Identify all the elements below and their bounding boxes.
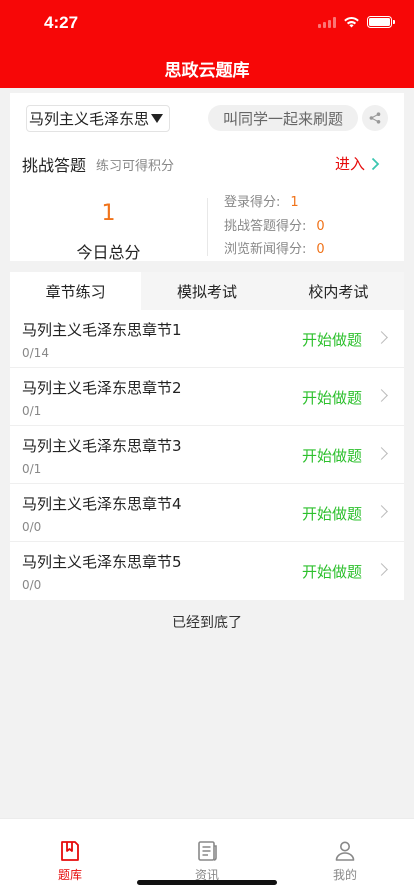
status-time: 4:27	[44, 13, 79, 32]
today-total-score: 1 今日总分	[10, 201, 207, 262]
list-item[interactable]: 马列主义毛泽东思章节4 0/0 开始做题	[10, 484, 404, 542]
score-item-value: 1	[290, 195, 299, 210]
list-item[interactable]: 马列主义毛泽东思章节5 0/0 开始做题	[10, 542, 404, 600]
practice-tabs: 章节练习 模拟考试 校内考试	[10, 272, 404, 310]
chapter-progress: 0/1	[22, 462, 42, 476]
challenge-enter-link[interactable]: 进入	[335, 153, 380, 174]
status-bar: 4:27	[0, 0, 414, 44]
score-item-label: 浏览新闻得分:	[224, 242, 307, 257]
tabbar-item-question-bank[interactable]: 题库	[30, 839, 110, 883]
chapter-progress: 0/14	[22, 346, 49, 360]
start-practice-button[interactable]: 开始做题	[302, 387, 362, 408]
share-icon	[369, 112, 381, 124]
tabbar-item-profile[interactable]: 我的	[305, 839, 385, 883]
share-button[interactable]	[362, 105, 388, 131]
challenge-row: 挑战答题 练习可得积分 进入	[22, 153, 392, 175]
today-total-label: 今日总分	[76, 243, 141, 262]
start-practice-button[interactable]: 开始做题	[302, 561, 362, 582]
score-item-news: 浏览新闻得分: 0	[224, 241, 325, 265]
app-header: 4:27 思政云题库	[0, 0, 414, 88]
score-item-label: 挑战答题得分:	[224, 218, 307, 234]
battery-icon	[367, 16, 395, 28]
score-item-login: 登录得分: 1	[224, 194, 325, 218]
chapter-name: 马列主义毛泽东思章节2	[22, 379, 182, 397]
invite-classmates-button[interactable]: 叫同学一起来刷题	[208, 105, 358, 131]
chapter-progress: 0/0	[22, 578, 42, 592]
chevron-right-icon	[375, 505, 388, 518]
score-item-label: 登录得分:	[224, 195, 281, 210]
subject-dropdown-value: 马列主义毛泽东思	[29, 110, 150, 128]
chapter-name: 马列主义毛泽东思章节3	[22, 437, 182, 455]
status-icons	[318, 16, 395, 28]
tabbar-label: 题库	[57, 868, 82, 882]
chevron-right-icon	[371, 157, 380, 170]
start-practice-button[interactable]: 开始做题	[302, 503, 362, 524]
summary-card: 马列主义毛泽东思 叫同学一起来刷题 挑战答题 练习可得积分 进入 1 今日总分 …	[10, 93, 404, 262]
chapter-progress: 0/0	[22, 520, 42, 534]
score-breakdown: 登录得分: 1 挑战答题得分: 0 浏览新闻得分: 0	[224, 194, 325, 265]
tab-chapter-practice[interactable]: 章节练习	[10, 272, 142, 310]
start-practice-button[interactable]: 开始做题	[302, 445, 362, 466]
tab-school-exam[interactable]: 校内考试	[273, 272, 404, 310]
challenge-subtitle: 练习可得积分	[96, 158, 175, 174]
chevron-right-icon	[375, 331, 388, 344]
tabbar-item-news[interactable]: 资讯	[167, 839, 247, 883]
chapter-name: 马列主义毛泽东思章节1	[22, 321, 182, 339]
chevron-right-icon	[375, 563, 388, 576]
chevron-right-icon	[375, 389, 388, 402]
list-item[interactable]: 马列主义毛泽东思章节2 0/1 开始做题	[10, 368, 404, 426]
tab-mock-exam[interactable]: 模拟考试	[141, 272, 272, 310]
tabbar-label: 我的	[332, 868, 357, 882]
chapter-name: 马列主义毛泽东思章节4	[22, 495, 182, 513]
home-indicator	[137, 880, 277, 885]
challenge-title: 挑战答题	[22, 156, 87, 175]
user-icon	[335, 841, 355, 861]
list-item[interactable]: 马列主义毛泽东思章节3 0/1 开始做题	[10, 426, 404, 484]
chapter-progress: 0/1	[22, 404, 42, 418]
signal-icon	[318, 16, 336, 28]
caret-down-icon	[151, 114, 164, 123]
list-end-text: 已经到底了	[172, 615, 242, 631]
wifi-icon	[344, 16, 359, 28]
chevron-right-icon	[375, 447, 388, 460]
chapter-list: 马列主义毛泽东思章节1 0/14 开始做题 马列主义毛泽东思章节2 0/1 开始…	[10, 310, 404, 600]
score-divider	[207, 198, 208, 256]
chapter-name: 马列主义毛泽东思章节5	[22, 553, 182, 571]
news-icon	[198, 841, 217, 861]
start-practice-button[interactable]: 开始做题	[302, 329, 362, 350]
page-title: 思政云题库	[164, 61, 250, 81]
score-item-value: 0	[316, 218, 325, 234]
enter-label: 进入	[334, 155, 365, 173]
score-item-challenge: 挑战答题得分: 0	[224, 218, 325, 242]
today-total-value: 1	[101, 201, 116, 226]
question-bank-icon	[61, 841, 79, 861]
subject-dropdown[interactable]: 马列主义毛泽东思	[26, 105, 170, 132]
score-item-value: 0	[316, 242, 325, 257]
list-item[interactable]: 马列主义毛泽东思章节1 0/14 开始做题	[10, 310, 404, 368]
